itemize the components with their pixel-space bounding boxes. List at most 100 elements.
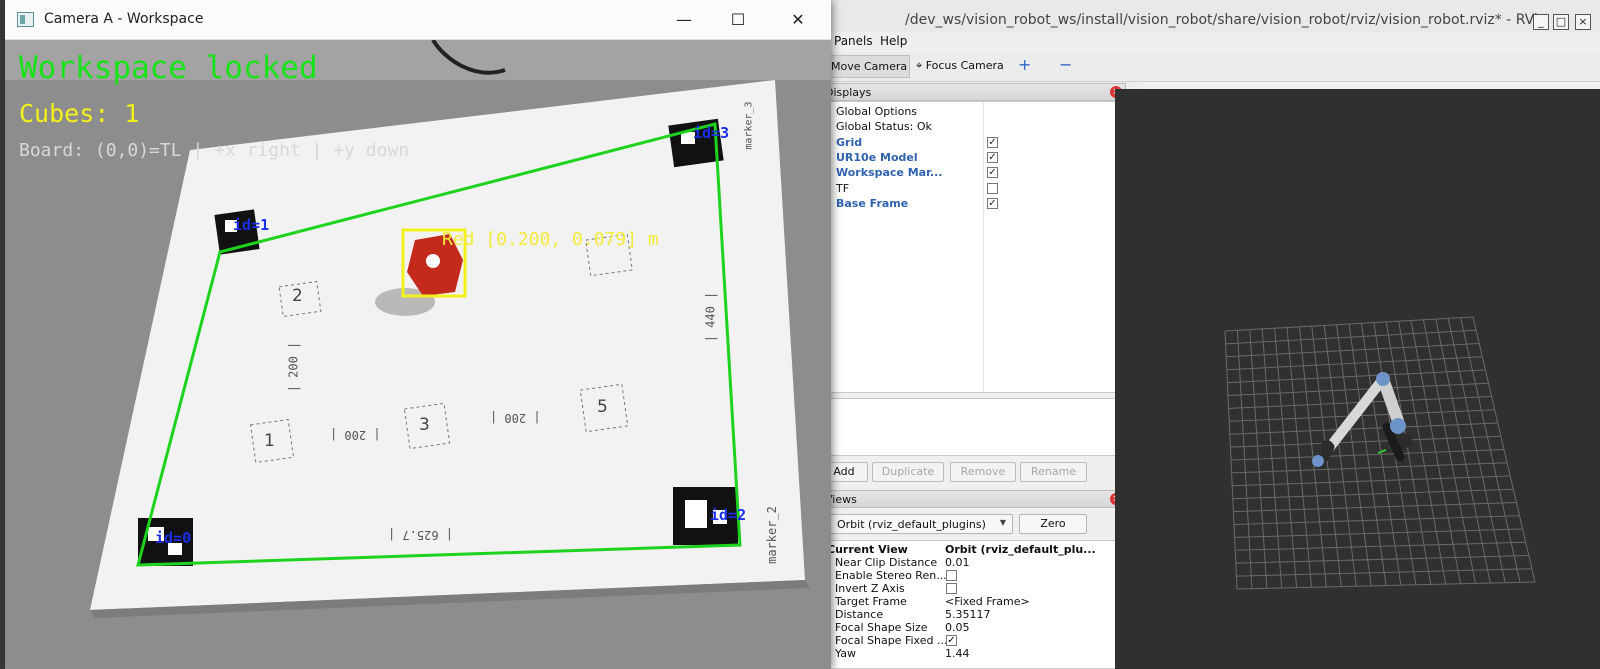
marker-id-0-label: id=0: [155, 529, 192, 547]
view-prop-invert-z[interactable]: Invert Z Axis: [821, 582, 1125, 595]
rviz-window: /dev_ws/vision_robot_ws/install/vision_r…: [780, 0, 1600, 669]
display-item-workspace-markers[interactable]: Workspace Mar... ✓: [821, 165, 1125, 180]
views-panel-header: Views ×: [820, 490, 1126, 508]
base-frame-checkbox[interactable]: ✓: [987, 198, 998, 209]
zero-view-button[interactable]: Zero: [1019, 514, 1087, 534]
cube-center-dot: [426, 254, 440, 268]
prop-key: Current View: [827, 543, 908, 556]
crosshair-icon: ⌖: [916, 59, 923, 72]
view-prop-target-frame[interactable]: Target Frame <Fixed Frame>: [821, 595, 1125, 608]
rviz-minimize-button[interactable]: _: [1533, 14, 1549, 30]
robot-joint-base: [1398, 434, 1412, 448]
board-cell-number: 3: [419, 415, 430, 435]
invert-z-checkbox[interactable]: [946, 583, 957, 594]
marker-id-3-label: id=3: [693, 124, 730, 142]
focal-fixed-checkbox[interactable]: ✓: [946, 635, 957, 646]
board-dimension-label: | 200 |: [286, 341, 301, 393]
cube-count-text: Cubes: 1: [19, 99, 140, 128]
display-description-box: [820, 398, 1126, 456]
base-frame-axis: [1377, 449, 1387, 454]
view-prop-focal-size[interactable]: Focal Shape Size 0.05: [821, 621, 1125, 634]
display-item-global-options[interactable]: Global Options: [821, 104, 1125, 119]
rviz-close-button[interactable]: ×: [1575, 14, 1591, 30]
display-item-ur10e-model[interactable]: UR10e Model ✓: [821, 150, 1125, 165]
add-tool-plus-icon[interactable]: +: [1018, 55, 1031, 74]
view-prop-near-clip[interactable]: Near Clip Distance 0.01: [821, 556, 1125, 569]
prop-value: 0.05: [945, 621, 970, 634]
camera-maximize-button[interactable]: ☐: [715, 4, 761, 36]
focus-camera-label: Focus Camera: [925, 59, 1004, 72]
camera-close-button[interactable]: ✕: [775, 4, 821, 36]
prop-key: Near Clip Distance: [835, 556, 938, 569]
rviz-toolbar: Move Camera ⌖ Focus Camera + −: [780, 52, 1600, 82]
prop-key: Focal Shape Size: [835, 621, 928, 634]
view-prop-current-view[interactable]: Current View Orbit (rviz_default_plu...: [821, 543, 1125, 556]
display-item-label: Global Status: Ok: [836, 120, 932, 133]
rviz-window-title: /dev_ws/vision_robot_ws/install/vision_r…: [905, 12, 1546, 28]
view-type-select[interactable]: Orbit (rviz_default_plugins) ▼: [830, 514, 1013, 534]
prop-key: Invert Z Axis: [835, 582, 905, 595]
stereo-checkbox[interactable]: [946, 570, 957, 581]
view-prop-yaw[interactable]: Yaw 1.44: [821, 647, 1125, 660]
menu-panels[interactable]: Panels: [834, 34, 873, 48]
robot-joint-shoulder: [1390, 418, 1406, 434]
prop-value: 1.44: [945, 647, 970, 660]
display-item-label: Global Options: [836, 105, 918, 118]
camera-window: Camera A - Workspace — ☐ ✕ 2 1 3 5 | 440…: [5, 0, 831, 669]
view-properties-tree: Current View Orbit (rviz_default_plu... …: [820, 540, 1126, 669]
rviz-menu-bar: Panels Help: [780, 32, 1600, 52]
board-cell-number: 5: [597, 397, 608, 417]
prop-key: Enable Stereo Ren...: [835, 569, 947, 582]
view-prop-stereo[interactable]: Enable Stereo Ren...: [821, 569, 1125, 582]
workspace-markers-checkbox[interactable]: ✓: [987, 167, 998, 178]
ur10e-model-checkbox[interactable]: ✓: [987, 152, 998, 163]
camera-window-title: Camera A - Workspace: [44, 11, 204, 27]
workspace-status-text: Workspace locked: [19, 50, 318, 86]
board-convention-text: Board: (0,0)=TL | +x right | +y down: [19, 140, 410, 161]
prop-value: 5.35117: [945, 608, 991, 621]
prop-key: Yaw: [835, 647, 856, 660]
chevron-down-icon: ▼: [999, 518, 1006, 527]
remove-tool-minus-icon[interactable]: −: [1059, 55, 1072, 74]
viewport-scene: [1224, 316, 1536, 590]
camera-title-bar[interactable]: Camera A - Workspace — ☐ ✕: [5, 0, 831, 40]
display-item-tf[interactable]: TF: [821, 181, 1125, 196]
board-dimension-label: | 625.7 |: [388, 528, 454, 542]
display-item-base-frame[interactable]: Base Frame ✓: [821, 196, 1125, 211]
board-dimension-label: | 440 |: [703, 291, 718, 343]
grid-checkbox[interactable]: ✓: [987, 137, 998, 148]
display-item-label: Base Frame: [836, 197, 909, 210]
prop-key: Target Frame: [835, 595, 907, 608]
grid-line: [1460, 317, 1521, 583]
desktop: /dev_ws/vision_robot_ws/install/vision_r…: [0, 0, 1600, 669]
display-item-label: Workspace Mar...: [836, 166, 943, 179]
tf-checkbox[interactable]: [987, 183, 998, 194]
marker-id-1-label: id=1: [233, 216, 270, 234]
grid-line: [1447, 318, 1506, 583]
display-item-grid[interactable]: Grid ✓: [821, 135, 1125, 150]
move-camera-button[interactable]: Move Camera: [824, 55, 910, 78]
camera-feed: 2 1 3 5 | 440 | | 200 | | 200 | | 200 | …: [5, 40, 831, 669]
camera-minimize-button[interactable]: —: [661, 4, 707, 36]
view-prop-distance[interactable]: Distance 5.35117: [821, 608, 1125, 621]
board-cell-number: 1: [264, 431, 275, 451]
robot-joint-wrist: [1321, 440, 1333, 452]
robot-joint-elbow: [1376, 372, 1390, 386]
prop-key: Distance: [835, 608, 884, 621]
display-item-global-status[interactable]: Global Status: Ok: [821, 119, 1125, 134]
rename-display-button[interactable]: Rename: [1020, 462, 1087, 482]
remove-display-button[interactable]: Remove: [950, 462, 1016, 482]
duplicate-display-button[interactable]: Duplicate: [872, 462, 944, 482]
rviz-3d-viewport[interactable]: [1115, 89, 1600, 669]
display-item-label: Grid: [836, 136, 863, 149]
view-prop-focal-fixed[interactable]: Focal Shape Fixed ... ✓: [821, 634, 1125, 647]
rviz-maximize-button[interactable]: □: [1553, 14, 1569, 30]
displays-panel-header: Displays ×: [820, 83, 1126, 101]
menu-help[interactable]: Help: [880, 34, 907, 48]
board-dimension-label: | 200 |: [490, 411, 541, 425]
prop-value: 0.01: [945, 556, 970, 569]
app-icon: [17, 12, 34, 27]
prop-value: Orbit (rviz_default_plu...: [945, 543, 1096, 556]
focus-camera-button[interactable]: ⌖ Focus Camera: [910, 55, 1010, 78]
cube-position-label: Red [0.200, 0.079] m: [442, 229, 659, 250]
